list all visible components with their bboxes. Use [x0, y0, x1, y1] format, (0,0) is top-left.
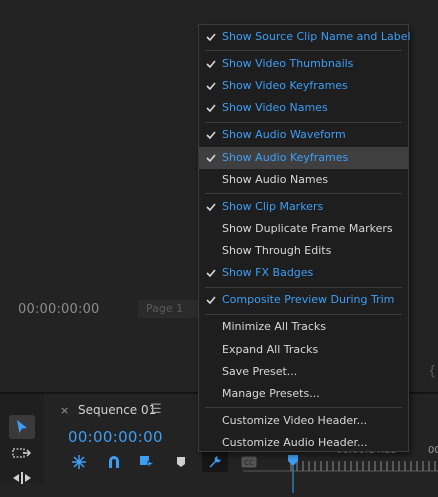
- checkmark-icon: [205, 316, 217, 338]
- menu-item-label: Show Audio Waveform: [222, 128, 346, 142]
- menu-item[interactable]: Show Video Names: [199, 97, 408, 119]
- menu-item-label: Show FX Badges: [222, 266, 314, 280]
- close-tab-icon[interactable]: ×: [60, 404, 69, 417]
- checkmark-icon: [205, 339, 217, 361]
- sequence-tab-title[interactable]: Sequence 01: [78, 403, 156, 417]
- menu-item-label: Show Video Thumbnails: [222, 57, 354, 70]
- linked-selection-toggle[interactable]: [136, 452, 158, 472]
- menu-separator: [205, 407, 402, 409]
- playhead[interactable]: [288, 455, 298, 493]
- checkmark-icon: [205, 383, 217, 405]
- menu-item[interactable]: Minimize All Tracks: [199, 316, 408, 338]
- menu-item[interactable]: Show Video Thumbnails: [199, 53, 408, 75]
- checkmark-icon: [205, 432, 217, 454]
- menu-item-label: Customize Video Header...: [222, 414, 368, 427]
- menu-separator: [205, 121, 402, 123]
- page-select[interactable]: Page 1: [138, 300, 204, 318]
- program-timecode[interactable]: 00:00:00:00: [18, 302, 100, 317]
- checkmark-icon: [205, 124, 217, 146]
- menu-item-label: Show Duplicate Frame Markers: [222, 222, 393, 235]
- timeline-settings-menu: Show Source Clip Name and Label Show Vide…: [198, 24, 411, 454]
- menu-item-label: Customize Audio Header...: [222, 436, 368, 450]
- track-select-icon: [12, 448, 31, 458]
- arrow-pointer-icon: [17, 420, 27, 433]
- menu-item[interactable]: Show Audio Keyframes: [199, 146, 408, 169]
- menu-item[interactable]: Show Duplicate Frame Markers: [199, 218, 408, 240]
- menu-item-label: Show Clip Markers: [222, 199, 324, 213]
- menu-item[interactable]: Show Audio Names: [199, 169, 408, 191]
- menu-item[interactable]: Show Through Edits: [199, 240, 408, 262]
- menu-item-label: Show Through Edits: [222, 244, 332, 258]
- add-marker-button[interactable]: [170, 452, 192, 472]
- menu-item[interactable]: Customize Audio Header...: [199, 432, 408, 454]
- menu-item-label: Save Preset...: [222, 364, 298, 378]
- menu-item-label: Composite Preview During Trim: [222, 293, 395, 307]
- menu-separator: [205, 50, 402, 52]
- menu-item[interactable]: Manage Presets...: [199, 383, 408, 405]
- checkmark-icon: [205, 262, 217, 284]
- snap-toggle[interactable]: [103, 452, 125, 472]
- ripple-edit-icon: [13, 472, 31, 484]
- menu-item[interactable]: Show Source Clip Name and Label: [199, 26, 411, 48]
- wrench-icon: [209, 456, 221, 468]
- checkmark-icon: [205, 289, 217, 311]
- sequence-timecode[interactable]: 00:00:00:00: [68, 428, 163, 446]
- page-select-label: Page 1: [146, 302, 184, 315]
- menu-item[interactable]: Show Video Keyframes: [199, 75, 408, 97]
- menu-item-label: Minimize All Tracks: [222, 320, 327, 334]
- ripple-edit-tool[interactable]: [9, 466, 35, 490]
- checkmark-icon: [205, 361, 217, 383]
- track-select-tool[interactable]: [9, 442, 35, 466]
- menu-item-label: Show Audio Keyframes: [222, 150, 349, 164]
- menu-item-label: Show Source Clip Name and Label: [222, 30, 411, 43]
- nest-toggle[interactable]: [68, 452, 90, 472]
- checkmark-icon: [205, 169, 217, 191]
- checkmark-icon: [205, 26, 217, 48]
- menu-item-label: Show Video Names: [222, 101, 328, 115]
- menu-item-label: Expand All Tracks: [222, 342, 319, 356]
- selection-tool[interactable]: [9, 415, 35, 439]
- menu-item[interactable]: Show Clip Markers: [199, 196, 408, 218]
- playhead-icon: [288, 455, 298, 493]
- menu-separator: [205, 286, 402, 288]
- menu-item[interactable]: Composite Preview During Trim: [199, 289, 408, 311]
- checkmark-icon: [205, 75, 217, 97]
- bracket-icon: {: [428, 364, 437, 379]
- menu-item-label: Show Audio Names: [222, 172, 329, 186]
- panel-menu-icon[interactable]: ☰: [150, 402, 162, 417]
- magnet-icon: [109, 456, 119, 468]
- menu-item-label: Show Video Keyframes: [222, 79, 348, 93]
- checkmark-icon: [205, 147, 217, 169]
- menu-item[interactable]: Show Audio Waveform: [199, 124, 408, 146]
- menu-item[interactable]: Show FX Badges: [199, 262, 408, 284]
- linked-selection-icon: [140, 456, 155, 469]
- tools-panel: [0, 394, 44, 484]
- menu-item[interactable]: Expand All Tracks: [199, 339, 408, 361]
- menu-item[interactable]: Customize Video Header...: [199, 410, 408, 432]
- checkmark-icon: [205, 218, 217, 240]
- marker-icon: [177, 457, 185, 467]
- menu-item[interactable]: Save Preset...: [199, 361, 408, 383]
- nest-icon: [72, 455, 86, 469]
- checkmark-icon: [205, 53, 217, 75]
- menu-separator: [205, 192, 402, 194]
- menu-item-label: Manage Presets...: [222, 387, 320, 400]
- checkmark-icon: [205, 410, 217, 432]
- checkmark-icon: [205, 97, 217, 119]
- checkmark-icon: [205, 240, 217, 262]
- checkmark-icon: [205, 196, 217, 218]
- menu-separator: [205, 313, 402, 315]
- timeline-settings-button[interactable]: [202, 452, 228, 472]
